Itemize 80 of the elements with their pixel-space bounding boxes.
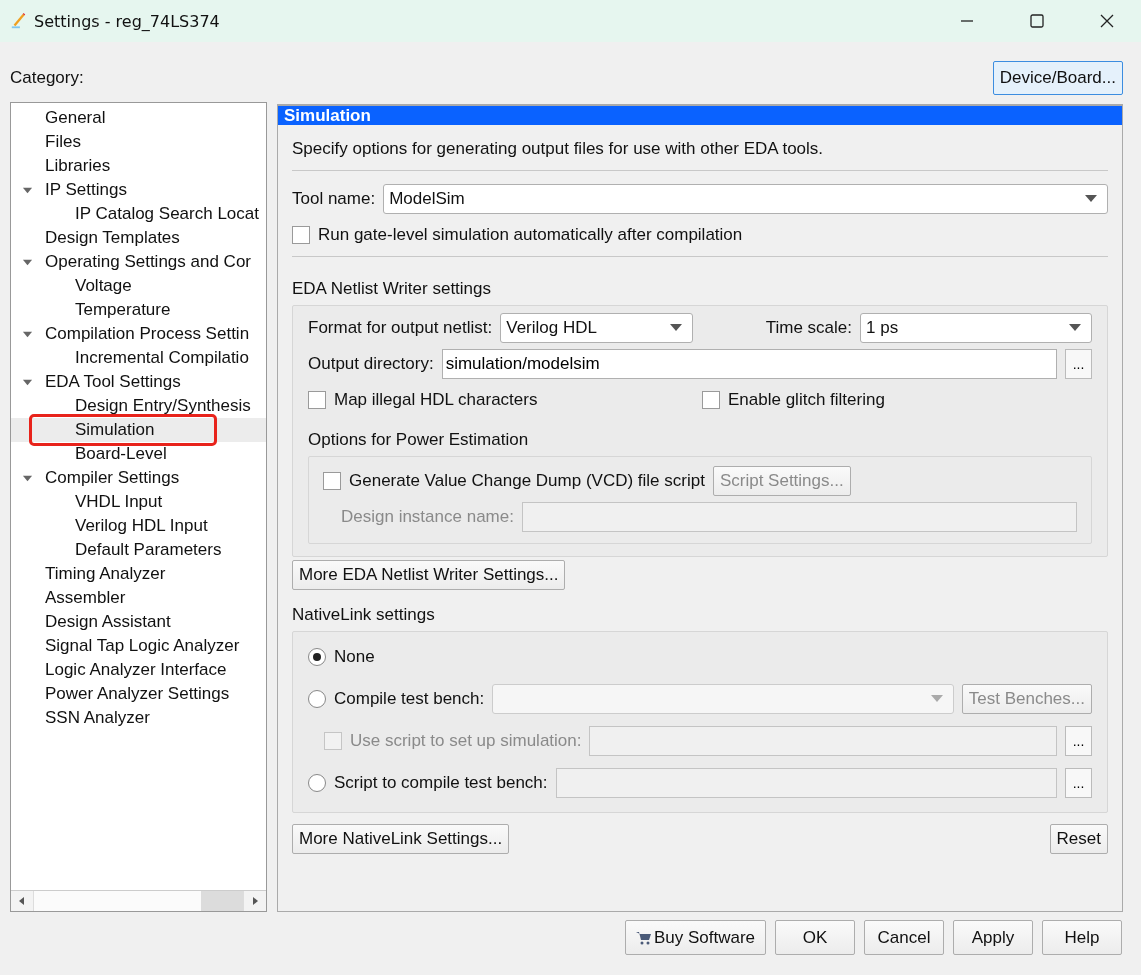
- checkbox[interactable]: [308, 391, 326, 409]
- dialog-button[interactable]: Cancel: [864, 920, 944, 955]
- tree-item[interactable]: Temperature: [11, 298, 266, 322]
- tree-item[interactable]: Incremental Compilatio: [11, 346, 266, 370]
- output-directory-label: Output directory:: [308, 354, 434, 374]
- pencil-icon: [10, 12, 28, 30]
- dialog-button[interactable]: Apply: [953, 920, 1033, 955]
- window-title: Settings - reg_74LS374: [34, 11, 220, 31]
- checkbox-label: Use script to set up simulation:: [350, 731, 582, 751]
- format-dropdown[interactable]: Verilog HDL: [500, 313, 694, 343]
- tree-item[interactable]: Design Entry/Synthesis: [11, 394, 266, 418]
- device-board-button[interactable]: Device/Board...: [992, 61, 1123, 95]
- scroll-right-icon[interactable]: [250, 896, 260, 906]
- tool-name-label: Tool name:: [292, 189, 376, 209]
- radio-label: Script to compile test bench:: [334, 773, 548, 793]
- horizontal-scrollbar[interactable]: [11, 890, 266, 911]
- reset-button[interactable]: Reset: [1049, 824, 1108, 854]
- scroll-left-icon[interactable]: [17, 896, 27, 906]
- tree-item[interactable]: Compilation Process Settin: [11, 322, 266, 346]
- script-field[interactable]: [589, 726, 1057, 756]
- checkbox[interactable]: [323, 472, 341, 490]
- instance-name-label: Design instance name:: [340, 507, 514, 527]
- tree-item[interactable]: Power Analyzer Settings: [11, 682, 266, 706]
- radio-label: Compile test bench:: [334, 689, 485, 709]
- dialog-button[interactable]: OK: [775, 920, 855, 955]
- checkbox-label: Enable glitch filtering: [728, 390, 885, 410]
- browse-button[interactable]: ...: [1065, 349, 1092, 379]
- checkbox-label: Generate Value Change Dump (VCD) file script: [349, 471, 705, 491]
- tree-item[interactable]: Design Assistant: [11, 610, 266, 634]
- radio-button[interactable]: [308, 774, 326, 792]
- more-nativelink-settings-button[interactable]: More NativeLink Settings...: [292, 824, 510, 854]
- format-label: Format for output netlist:: [308, 318, 493, 338]
- panel-header: Simulation: [278, 106, 1122, 125]
- section-heading: NativeLink settings: [292, 604, 436, 626]
- caret-icon: [670, 324, 683, 332]
- radio-button[interactable]: [308, 690, 326, 708]
- checkbox[interactable]: [702, 391, 720, 409]
- tree-item[interactable]: Board-Level: [11, 442, 266, 466]
- section-heading: Options for Power Estimation: [308, 429, 530, 451]
- tree-item[interactable]: IP Catalog Search Locat: [11, 202, 266, 226]
- browse-button[interactable]: ...: [1065, 768, 1092, 798]
- tree-item[interactable]: Compiler Settings: [11, 466, 266, 490]
- cart-icon: [635, 930, 652, 945]
- checkbox[interactable]: [292, 226, 310, 244]
- checkbox-label: Run gate-level simulation automatically after compilation: [318, 225, 743, 245]
- section-heading: EDA Netlist Writer settings: [292, 278, 493, 300]
- time-scale-label: Time scale:: [765, 318, 852, 338]
- tree-item[interactable]: Logic Analyzer Interface: [11, 658, 266, 682]
- tree-item[interactable]: Verilog HDL Input: [11, 514, 266, 538]
- tree-item[interactable]: Files: [11, 130, 266, 154]
- tree-item[interactable]: Operating Settings and Cor: [11, 250, 266, 274]
- tree-item[interactable]: Libraries: [11, 154, 266, 178]
- checkbox-label: Map illegal HDL characters: [334, 390, 539, 410]
- more-netlist-settings-button[interactable]: More EDA Netlist Writer Settings...: [292, 560, 566, 590]
- script-field[interactable]: [555, 768, 1057, 798]
- caret-icon: [1085, 195, 1097, 203]
- tree-item[interactable]: IP Settings: [11, 178, 266, 202]
- dialog-button[interactable]: Buy Software: [624, 920, 766, 955]
- caret-icon: [930, 695, 943, 703]
- tree-item[interactable]: Timing Analyzer: [11, 562, 266, 586]
- time-scale-dropdown[interactable]: 1 ps: [860, 313, 1092, 343]
- tool-name-dropdown[interactable]: ModelSim: [383, 184, 1108, 214]
- dialog-button[interactable]: Help: [1042, 920, 1122, 955]
- category-label: Category:: [10, 68, 84, 88]
- tree-item[interactable]: Voltage: [11, 274, 266, 298]
- maximize-icon[interactable]: [1027, 11, 1047, 31]
- tree-item[interactable]: General: [11, 106, 266, 130]
- description-text: Specify options for generating output files for use with other EDA tools.: [292, 138, 825, 160]
- output-directory-field[interactable]: simulation/modelsim: [441, 349, 1057, 379]
- radio-button[interactable]: [308, 648, 326, 666]
- tree-item[interactable]: Default Parameters: [11, 538, 266, 562]
- tree-item[interactable]: VHDL Input: [11, 490, 266, 514]
- tree-item[interactable]: EDA Tool Settings: [11, 370, 266, 394]
- caret-icon: [1069, 324, 1081, 332]
- tree-item[interactable]: Design Templates: [11, 226, 266, 250]
- radio-label: None: [334, 647, 375, 667]
- tree-item[interactable]: Signal Tap Logic Analyzer: [11, 634, 266, 658]
- tree-item[interactable]: SSN Analyzer: [11, 706, 266, 730]
- tree-item[interactable]: Assembler: [11, 586, 266, 610]
- scroll-thumb[interactable]: [201, 891, 243, 911]
